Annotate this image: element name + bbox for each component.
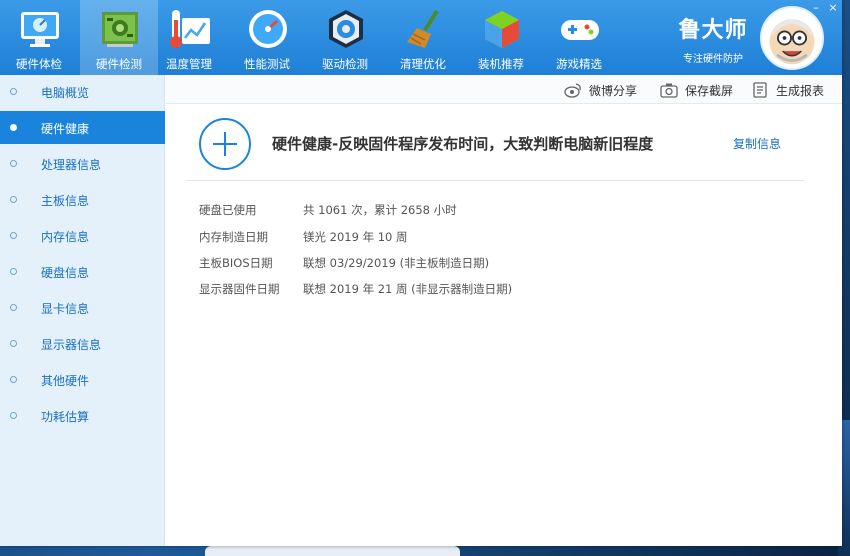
sidebar-item-label: 硬盘信息 bbox=[41, 266, 90, 280]
minimize-icon[interactable]: – bbox=[808, 2, 824, 14]
info-row-value: 联想 2019 年 21 周 (非显示器制造日期) bbox=[303, 282, 513, 296]
bullet-icon bbox=[10, 268, 17, 275]
tool-label: 硬件检测 bbox=[96, 57, 142, 71]
tool-driver[interactable]: 驱动检测 bbox=[306, 0, 384, 75]
weibo-icon bbox=[564, 83, 581, 98]
sidebar-item-overview[interactable]: 电脑概览 bbox=[0, 75, 165, 108]
info-row-value: 镁光 2019 年 10 周 bbox=[303, 230, 408, 244]
sidebar-item-label: 电脑概览 bbox=[41, 86, 90, 100]
sidebar-item-motherboard[interactable]: 主板信息 bbox=[0, 183, 165, 216]
weibo-share-label: 微博分享 bbox=[589, 84, 638, 98]
sidebar-item-label: 功耗估算 bbox=[41, 410, 90, 424]
taskbar-window-hint bbox=[205, 546, 460, 556]
tool-label: 性能测试 bbox=[244, 57, 290, 71]
close-icon[interactable]: × bbox=[825, 2, 841, 14]
sidebar-item-other-hardware[interactable]: 其他硬件 bbox=[0, 363, 165, 396]
save-screenshot-label: 保存截屏 bbox=[685, 84, 734, 98]
broom-icon bbox=[407, 9, 439, 48]
sidebar: 电脑概览 硬件健康 处理器信息 主板信息 内存信息 硬盘信息 显卡信息 显示器信… bbox=[0, 75, 165, 546]
divider bbox=[186, 180, 804, 181]
sidebar-item-label: 主板信息 bbox=[41, 194, 90, 208]
monitor-icon bbox=[21, 12, 59, 47]
sidebar-item-disk[interactable]: 硬盘信息 bbox=[0, 255, 165, 288]
info-row-value: 联想 03/29/2019 (非主板制造日期) bbox=[303, 256, 490, 270]
generate-report-button[interactable]: 生成报表 bbox=[751, 81, 831, 99]
info-row-label: 硬盘已使用 bbox=[199, 203, 257, 217]
brand-name: 鲁大师 bbox=[678, 18, 748, 43]
sidebar-item-label: 处理器信息 bbox=[41, 158, 102, 172]
bullet-icon bbox=[10, 196, 17, 203]
speedometer-icon bbox=[249, 10, 287, 48]
tool-label: 温度管理 bbox=[166, 57, 212, 71]
copy-info-link[interactable]: 复制信息 bbox=[733, 135, 781, 152]
info-row-label: 主板BIOS日期 bbox=[199, 256, 273, 270]
tool-label: 清理优化 bbox=[400, 57, 446, 71]
driver-gear-icon bbox=[329, 10, 363, 48]
gamepad-icon bbox=[561, 20, 599, 40]
save-screenshot-button[interactable]: 保存截屏 bbox=[660, 81, 740, 99]
sidebar-item-memory[interactable]: 内存信息 bbox=[0, 219, 165, 252]
circuit-board-icon bbox=[102, 12, 138, 47]
page-title: 硬件健康-反映固件程序发布时间，大致判断电脑新旧程度 bbox=[272, 135, 654, 153]
generate-report-label: 生成报表 bbox=[776, 84, 825, 98]
sidebar-item-hardware-health[interactable]: 硬件健康 bbox=[0, 111, 165, 144]
mascot-face-icon bbox=[769, 19, 815, 65]
sidebar-item-label: 其他硬件 bbox=[41, 374, 90, 388]
sidebar-item-power-estimate[interactable]: 功耗估算 bbox=[0, 399, 165, 432]
thermometer-icon bbox=[170, 10, 210, 48]
bullet-icon bbox=[10, 304, 17, 311]
sidebar-item-label: 硬件健康 bbox=[41, 122, 90, 136]
bullet-icon bbox=[10, 88, 17, 95]
tool-build-recommend[interactable]: 装机推荐 bbox=[462, 0, 540, 75]
tool-temperature[interactable]: 温度管理 bbox=[150, 0, 228, 75]
tool-performance[interactable]: 性能测试 bbox=[228, 0, 306, 75]
bullet-icon bbox=[10, 412, 17, 419]
info-row-label: 内存制造日期 bbox=[199, 230, 268, 244]
weibo-share-button[interactable]: 微博分享 bbox=[564, 81, 644, 99]
sidebar-item-cpu[interactable]: 处理器信息 bbox=[0, 147, 165, 180]
action-bar: 微博分享 保存截屏 生成报表 bbox=[166, 75, 842, 104]
bullet-icon bbox=[10, 232, 17, 239]
plus-circle-icon bbox=[199, 118, 251, 170]
info-row-value: 共 1061 次，累计 2658 小时 bbox=[303, 203, 457, 217]
top-toolbar: 硬件体检 硬件检测 温度管理 性能测试 驱动检测 清理优化 装机推荐 游戏精选 … bbox=[0, 0, 842, 75]
bullet-icon bbox=[10, 340, 17, 347]
tool-label: 驱动检测 bbox=[322, 57, 368, 71]
bullet-icon bbox=[10, 124, 17, 131]
tool-cleanup[interactable]: 清理优化 bbox=[384, 0, 462, 75]
bullet-icon bbox=[10, 376, 17, 383]
tool-label: 硬件体检 bbox=[16, 57, 62, 71]
sidebar-item-gpu[interactable]: 显卡信息 bbox=[0, 291, 165, 324]
tool-label: 装机推荐 bbox=[478, 57, 524, 71]
bullet-icon bbox=[10, 160, 17, 167]
sidebar-item-label: 显示器信息 bbox=[41, 338, 102, 352]
report-icon bbox=[753, 82, 767, 98]
tool-hardware-checkup[interactable]: 硬件体检 bbox=[0, 0, 78, 75]
mascot-avatar[interactable] bbox=[760, 6, 824, 70]
sidebar-item-label: 内存信息 bbox=[41, 230, 90, 244]
info-row-label: 显示器固件日期 bbox=[199, 282, 280, 296]
brand: 鲁大师 专注硬件防护 bbox=[668, 12, 758, 65]
tool-label: 游戏精选 bbox=[556, 57, 602, 71]
tool-hardware-detect[interactable]: 硬件检测 bbox=[80, 0, 158, 75]
sidebar-item-label: 显卡信息 bbox=[41, 302, 90, 316]
camera-icon bbox=[660, 83, 678, 98]
sidebar-item-display[interactable]: 显示器信息 bbox=[0, 327, 165, 360]
tool-game-picks[interactable]: 游戏精选 bbox=[540, 0, 618, 75]
app-window: 硬件体检 硬件检测 温度管理 性能测试 驱动检测 清理优化 装机推荐 游戏精选 … bbox=[0, 0, 842, 546]
brand-slogan: 专注硬件防护 bbox=[683, 54, 743, 65]
box-icon bbox=[485, 11, 519, 48]
